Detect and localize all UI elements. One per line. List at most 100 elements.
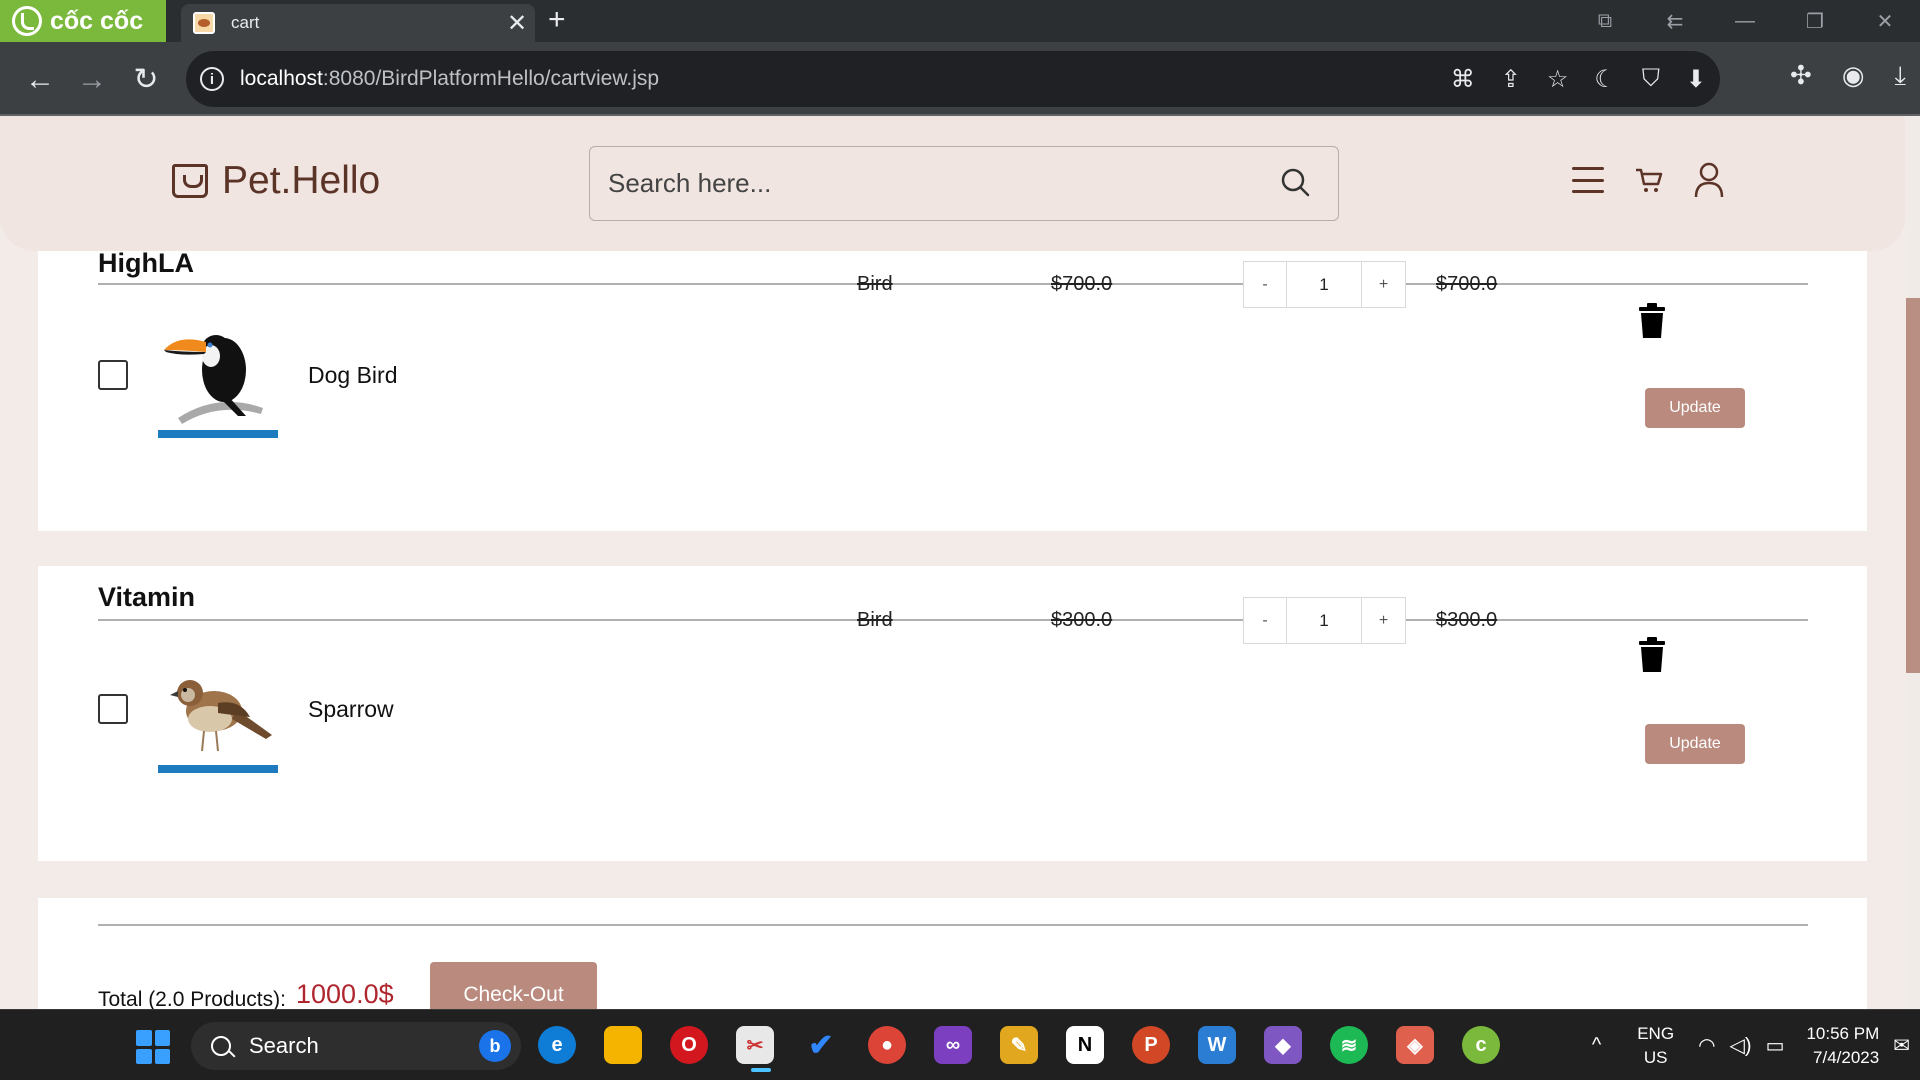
qty-value[interactable]: 1	[1287, 598, 1362, 643]
cart-shop-card: Vitamin Bird $300.0 - 1 + $300.0 Sparrow	[38, 566, 1867, 861]
shop-name: HighLA	[98, 248, 194, 278]
coccoc-taskbar-icon[interactable]: c	[1462, 1026, 1500, 1064]
quantity-stepper: - 1 +	[1243, 261, 1406, 308]
active-app-indicator	[751, 1068, 771, 1072]
total-label: Total (2.0 Products):	[98, 988, 286, 1009]
maximize-icon[interactable]: ❐	[1780, 0, 1850, 42]
taskbar-search[interactable]: Search b	[191, 1022, 521, 1070]
input-language[interactable]: ENG US	[1637, 1022, 1674, 1070]
powerpoint-icon[interactable]: P	[1132, 1026, 1170, 1064]
address-bar[interactable]: i localhost :8080/BirdPlatformHello/cart…	[186, 51, 1720, 107]
update-button[interactable]: Update	[1645, 388, 1745, 428]
word-icon[interactable]: W	[1198, 1026, 1236, 1064]
trash-icon[interactable]	[1637, 637, 1667, 673]
lang-code: ENG	[1637, 1023, 1675, 1043]
window-controls: ⧉ ⇇ — ❐ ✕	[1570, 0, 1920, 42]
snipping-tool-icon[interactable]: ✂	[736, 1026, 774, 1064]
cart-icon[interactable]	[1634, 166, 1664, 194]
store-icon	[172, 164, 208, 198]
item-line-total: $700.0	[1436, 273, 1498, 295]
trash-icon[interactable]	[1637, 303, 1667, 339]
search-icon[interactable]	[1280, 167, 1310, 197]
reload-icon[interactable]: ↻	[126, 60, 166, 100]
notion-icon[interactable]: N	[1066, 1026, 1104, 1064]
git-icon[interactable]: ◈	[1396, 1026, 1434, 1064]
snip-sketch-icon[interactable]: ✎	[1000, 1026, 1038, 1064]
qty-value[interactable]: 1	[1287, 262, 1362, 307]
product-name[interactable]: Dog Bird	[308, 362, 397, 389]
extensions-icon[interactable]: ✣	[1790, 60, 1812, 92]
dark-mode-icon[interactable]: ☾	[1594, 65, 1616, 94]
logo-text: Pet.Hello	[222, 159, 381, 202]
item-unit-price: $300.0	[1051, 609, 1113, 631]
site-info-icon[interactable]: i	[200, 67, 224, 91]
extension-actions: ✣ ◉ ⤓	[1790, 60, 1906, 92]
profile-icon[interactable]: ◉	[1842, 60, 1865, 92]
visual-studio-icon[interactable]: ∞	[934, 1026, 972, 1064]
item-select-checkbox[interactable]	[98, 694, 128, 724]
volume-icon[interactable]: ◁)	[1730, 1033, 1752, 1058]
shop-divider	[98, 283, 1808, 285]
address-toolbar: ← → ↻ i localhost :8080/BirdPlatformHell…	[0, 42, 1920, 116]
browser-brand[interactable]: cốc cốc	[0, 0, 166, 42]
summary-divider	[98, 924, 1808, 926]
bookmark-star-icon[interactable]: ☆	[1547, 65, 1569, 94]
item-unit-price: $700.0	[1051, 273, 1113, 295]
opera-icon[interactable]: O	[670, 1026, 708, 1064]
share-icon[interactable]: ⇪	[1501, 65, 1521, 94]
spotify-icon[interactable]: ≋	[1330, 1026, 1368, 1064]
taskbar-search-icon	[211, 1036, 231, 1056]
url-path: :8080/BirdPlatformHello/cartview.jsp	[322, 67, 660, 90]
qty-minus-button[interactable]: -	[1244, 598, 1287, 643]
site-header: Pet.Hello	[0, 116, 1905, 251]
clock[interactable]: 10:56 PM 7/4/2023	[1806, 1022, 1879, 1070]
windows-start-icon[interactable]	[136, 1030, 170, 1064]
new-tab-icon[interactable]: +	[548, 3, 566, 37]
user-icon[interactable]	[1694, 162, 1724, 198]
menu-icon[interactable]	[1572, 167, 1604, 193]
scrollbar-thumb[interactable]	[1906, 298, 1920, 673]
site-logo[interactable]: Pet.Hello	[172, 159, 380, 203]
netbeans-icon[interactable]: ◆	[1264, 1026, 1302, 1064]
lang-region: US	[1643, 1047, 1668, 1067]
edge-icon[interactable]: e	[538, 1026, 576, 1064]
wifi-icon[interactable]: ◠	[1698, 1033, 1715, 1058]
url-host: localhost	[240, 67, 323, 90]
item-line-total: $300.0	[1436, 609, 1498, 631]
bing-icon[interactable]: b	[479, 1030, 511, 1062]
shield-icon[interactable]: ⛉	[1642, 65, 1660, 93]
todo-icon[interactable]: ✔	[802, 1026, 840, 1064]
page-viewport: HighLA Bird $700.0 - 1 + $700.0 Dog Bird	[0, 116, 1920, 1009]
browser-tab-bar: cốc cốc cart ✕ + ⧉ ⇇ — ❐ ✕	[0, 0, 1920, 42]
sidebar-toggle-icon[interactable]: ⇇	[1640, 0, 1710, 42]
qty-plus-button[interactable]: +	[1362, 262, 1405, 307]
file-explorer-icon[interactable]	[604, 1026, 642, 1064]
download-page-icon[interactable]: ⬇	[1686, 65, 1706, 94]
product-name[interactable]: Sparrow	[308, 696, 394, 723]
forward-icon[interactable]: →	[72, 60, 112, 100]
search-tabs-icon[interactable]: ⧉	[1570, 0, 1640, 42]
battery-icon[interactable]: ▭	[1766, 1033, 1785, 1058]
browser-tab[interactable]: cart ✕	[181, 4, 535, 42]
item-select-checkbox[interactable]	[98, 360, 128, 390]
qty-minus-button[interactable]: -	[1244, 262, 1287, 307]
total-value: 1000.0$	[296, 979, 394, 1009]
downloads-icon[interactable]: ⤓	[1895, 60, 1907, 92]
update-button[interactable]: Update	[1645, 724, 1745, 764]
minimize-icon[interactable]: —	[1710, 0, 1780, 42]
chrome-icon[interactable]: ●	[868, 1026, 906, 1064]
page-scrollbar[interactable]	[1906, 116, 1920, 1009]
qty-plus-button[interactable]: +	[1362, 598, 1405, 643]
tab-close-icon[interactable]: ✕	[499, 9, 535, 38]
clock-time: 10:56 PM	[1806, 1023, 1880, 1043]
translate-icon[interactable]: ⌘	[1451, 65, 1475, 94]
search-input[interactable]	[608, 168, 1228, 199]
tray-overflow-icon[interactable]: ^	[1592, 1034, 1601, 1057]
checkout-button[interactable]: Check-Out	[430, 962, 597, 1009]
browser-brand-label: cốc cốc	[50, 6, 144, 35]
notifications-icon[interactable]: ✉	[1893, 1033, 1910, 1058]
cart-shop-card: HighLA Bird $700.0 - 1 + $700.0 Dog Bird	[38, 228, 1867, 531]
header-actions	[1572, 162, 1724, 198]
close-window-icon[interactable]: ✕	[1850, 0, 1920, 42]
back-icon[interactable]: ←	[20, 60, 60, 100]
